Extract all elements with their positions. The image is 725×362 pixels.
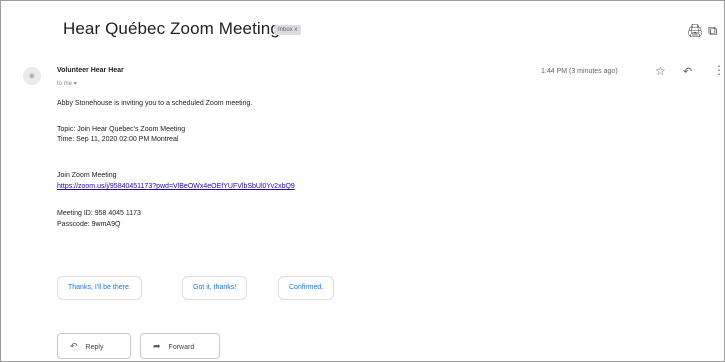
body-meeting-id: Meeting ID: 958 4045 1173	[57, 210, 141, 217]
zoom-join-link[interactable]: https://zoom.us/j/95840451173?pwd=VlBeOW…	[57, 183, 295, 190]
print-icon[interactable]: 🖨	[687, 23, 704, 39]
forward-arrow-icon: ➦	[153, 341, 161, 351]
email-timestamp: 1:44 PM (3 minutes ago)	[541, 68, 618, 75]
smart-reply-3[interactable]: Confirmed.	[278, 276, 335, 300]
forward-button[interactable]: ➦ Forward	[140, 333, 220, 359]
reply-icon[interactable]: ↶	[683, 65, 692, 78]
reply-button-label: Reply	[85, 344, 104, 351]
reply-arrow-icon: ↶	[70, 341, 78, 351]
avatar: ●	[23, 67, 41, 85]
body-join-heading: Join Zoom Meeting	[57, 172, 117, 179]
star-icon[interactable]: ☆	[655, 64, 666, 78]
body-time: Time: Sep 11, 2020 02:00 PM Montreal	[57, 136, 179, 143]
reply-button[interactable]: ↶ Reply	[57, 333, 131, 359]
inbox-label-chip[interactable]: Inbox x	[274, 25, 302, 35]
body-intro: Abby Stonehouse is inviting you to a sch…	[57, 100, 253, 107]
forward-button-label: Forward	[168, 344, 195, 351]
recipient-details-toggle[interactable]: to me ▾	[57, 80, 77, 87]
smart-reply-1[interactable]: Thanks, I'll be there.	[57, 276, 142, 300]
open-in-new-window-icon[interactable]: ⧉	[708, 23, 717, 39]
sender-name: Volunteer Hear Hear	[57, 67, 124, 74]
person-icon: ●	[28, 70, 36, 82]
email-view: Hear Québec Zoom Meeting Inbox x 🖨 ⧉ ● V…	[0, 0, 725, 362]
body-passcode: Passcode: 9wmA9Q	[57, 221, 121, 228]
smart-reply-2[interactable]: Got it, thanks!	[182, 276, 248, 300]
more-vertical-icon[interactable]: ⋮	[713, 63, 725, 77]
email-subject: Hear Québec Zoom Meeting	[63, 19, 280, 38]
body-topic: Topic: Join Hear Quebec's Zoom Meeting	[57, 126, 186, 133]
